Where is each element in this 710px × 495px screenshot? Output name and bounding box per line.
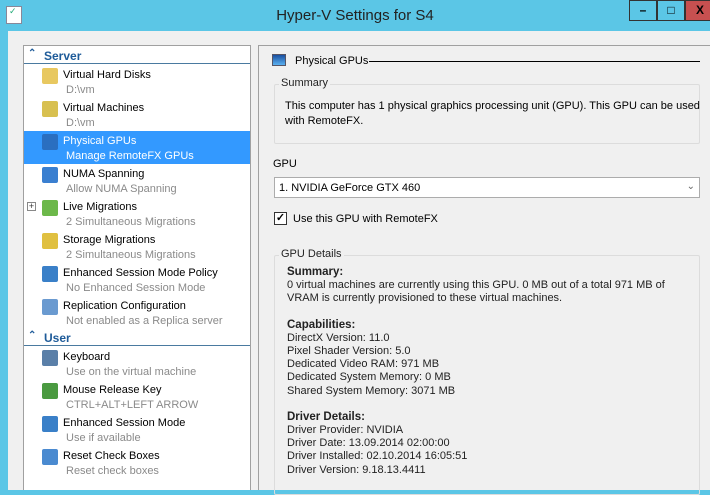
- capability-line: Shared System Memory: 3071 MB: [287, 384, 456, 397]
- replication-icon: [42, 299, 58, 315]
- driver-line: Driver Version: 9.18.13.4411: [287, 463, 426, 476]
- summary-text: This computer has 1 physical graphics pr…: [285, 100, 700, 127]
- session-icon: [42, 416, 58, 432]
- nav-item-sub: 2 Simultaneous Migrations: [66, 249, 196, 261]
- nav-item-physical-gpus[interactable]: Physical GPUs Manage RemoteFX GPUs: [24, 131, 250, 164]
- nav-item-sub: Use on the virtual machine: [66, 366, 197, 378]
- nav-item-virtual-machines[interactable]: Virtual Machines D:\vm: [24, 98, 250, 131]
- chevron-down-icon: ⌄: [686, 181, 695, 192]
- expand-icon[interactable]: +: [27, 202, 36, 211]
- reset-checkbox-icon: [42, 449, 58, 465]
- driver-line: Driver Date: 13.09.2014 02:00:00: [287, 437, 450, 450]
- nav-item-label: Mouse Release Key: [63, 384, 162, 396]
- capability-line: DirectX Version: 11.0: [287, 331, 390, 344]
- capability-line: Dedicated System Memory: 0 MB: [287, 371, 451, 384]
- nav-item-label: Virtual Machines: [63, 102, 145, 114]
- nav-item-sub: No Enhanced Session Mode: [66, 282, 206, 294]
- settings-panel: Physical GPUs Summary This computer has …: [258, 45, 710, 495]
- nav-item-sub: CTRL+ALT+LEFT ARROW: [66, 399, 199, 411]
- collapse-icon[interactable]: ⌃: [28, 48, 36, 59]
- numa-icon: [42, 167, 58, 183]
- collapse-icon[interactable]: ⌃: [28, 330, 36, 341]
- capability-line: Dedicated Video RAM: 971 MB: [287, 358, 440, 371]
- window-title: Hyper-V Settings for S4: [276, 7, 434, 24]
- nav-item-label: Enhanced Session Mode: [63, 417, 186, 429]
- nav-item-label: Physical GPUs: [63, 135, 137, 147]
- nav-item-enhanced-session-mode-policy[interactable]: Enhanced Session Mode Policy No Enhanced …: [24, 263, 250, 296]
- gpu-details-text: Summary: 0 virtual machines are currentl…: [287, 266, 665, 477]
- folder-server-icon: [42, 101, 58, 117]
- use-gpu-label[interactable]: Use this GPU with RemoteFX: [293, 213, 438, 225]
- section-label: Server: [44, 49, 82, 63]
- minimize-button[interactable]: –: [629, 0, 657, 21]
- gpu-details-label: GPU Details: [279, 248, 344, 260]
- nav-item-label: Replication Configuration: [63, 300, 186, 312]
- folder-disk-icon: [42, 68, 58, 84]
- nav-item-virtual-hard-disks[interactable]: Virtual Hard Disks D:\vm: [24, 65, 250, 98]
- nav-item-storage-migrations[interactable]: Storage Migrations 2 Simultaneous Migrati…: [24, 230, 250, 263]
- nav-item-sub: Use if available: [66, 432, 141, 444]
- nav-item-label: Virtual Hard Disks: [63, 69, 151, 81]
- gpu-icon: [42, 134, 58, 150]
- nav-item-enhanced-session-mode[interactable]: Enhanced Session Mode Use if available: [24, 413, 250, 446]
- title-divider: [369, 61, 700, 62]
- nav-item-mouse-release-key[interactable]: Mouse Release Key CTRL+ALT+LEFT ARROW: [24, 380, 250, 413]
- nav-item-keyboard[interactable]: Keyboard Use on the virtual machine: [24, 347, 250, 380]
- nav-item-sub: D:\vm: [66, 84, 95, 96]
- nav-item-sub: 2 Simultaneous Migrations: [66, 216, 196, 228]
- gpu-select-value: 1. NVIDIA GeForce GTX 460: [279, 182, 421, 194]
- section-label: User: [44, 331, 71, 345]
- summary-label: Summary: [279, 77, 331, 89]
- nav-item-label: Live Migrations: [63, 201, 137, 213]
- gpu-label: GPU: [273, 158, 297, 170]
- details-summary-line: VRAM is currently provisioned to these v…: [287, 292, 563, 305]
- nav-item-sub: Allow NUMA Spanning: [66, 183, 177, 195]
- nav-item-label: Reset Check Boxes: [63, 450, 160, 462]
- gpu-select[interactable]: 1. NVIDIA GeForce GTX 460 ⌄: [274, 177, 700, 198]
- close-button[interactable]: X: [685, 0, 710, 21]
- nav-item-reset-check-boxes[interactable]: Reset Check Boxes Reset check boxes: [24, 446, 250, 479]
- summary-group: Summary This computer has 1 physical gra…: [274, 77, 700, 144]
- driver-details-heading: Driver Details:: [287, 410, 365, 423]
- panel-title: Physical GPUs: [295, 55, 369, 67]
- gpu-icon: [272, 54, 286, 66]
- nav-item-sub: Reset check boxes: [66, 465, 159, 477]
- section-header-user[interactable]: ⌃ User: [24, 329, 250, 346]
- gpu-details-group: GPU Details Summary: 0 virtual machines …: [274, 248, 700, 495]
- nav-item-label: Storage Migrations: [63, 234, 156, 246]
- section-header-server[interactable]: ⌃ Server: [24, 47, 250, 64]
- live-migration-icon: [42, 200, 58, 216]
- nav-item-sub: Not enabled as a Replica server: [66, 315, 223, 327]
- details-summary-line: 0 virtual machines are currently using t…: [287, 279, 665, 292]
- capability-line: Pixel Shader Version: 5.0: [287, 345, 411, 358]
- nav-item-live-migrations[interactable]: + Live Migrations 2 Simultaneous Migration…: [24, 197, 250, 230]
- capabilities-heading: Capabilities:: [287, 318, 356, 331]
- driver-line: Driver Provider: NVIDIA: [287, 424, 404, 437]
- nav-item-numa-spanning[interactable]: NUMA Spanning Allow NUMA Spanning: [24, 164, 250, 197]
- nav-item-label: Enhanced Session Mode Policy: [63, 267, 218, 279]
- details-summary-heading: Summary:: [287, 266, 344, 278]
- driver-line: Driver Installed: 02.10.2014 16:05:51: [287, 450, 468, 463]
- settings-nav: ⌃ Server Virtual Hard Disks D:\vm Virtual Ma…: [23, 45, 251, 490]
- title-bar: ✓ Hyper-V Settings for S4 – □ X: [0, 0, 710, 31]
- mouse-release-icon: [42, 383, 58, 399]
- nav-item-replication-configuration[interactable]: Replication Configuration Not enabled as …: [24, 296, 250, 329]
- nav-item-sub: D:\vm: [66, 117, 95, 129]
- use-gpu-checkbox[interactable]: ✓: [274, 212, 287, 225]
- nav-item-label: NUMA Spanning: [63, 168, 145, 180]
- maximize-button[interactable]: □: [657, 0, 685, 21]
- storage-migration-icon: [42, 233, 58, 249]
- nav-item-label: Keyboard: [63, 351, 111, 363]
- nav-item-sub: Manage RemoteFX GPUs: [66, 150, 194, 162]
- keyboard-icon: [42, 350, 58, 366]
- session-policy-icon: [42, 266, 58, 282]
